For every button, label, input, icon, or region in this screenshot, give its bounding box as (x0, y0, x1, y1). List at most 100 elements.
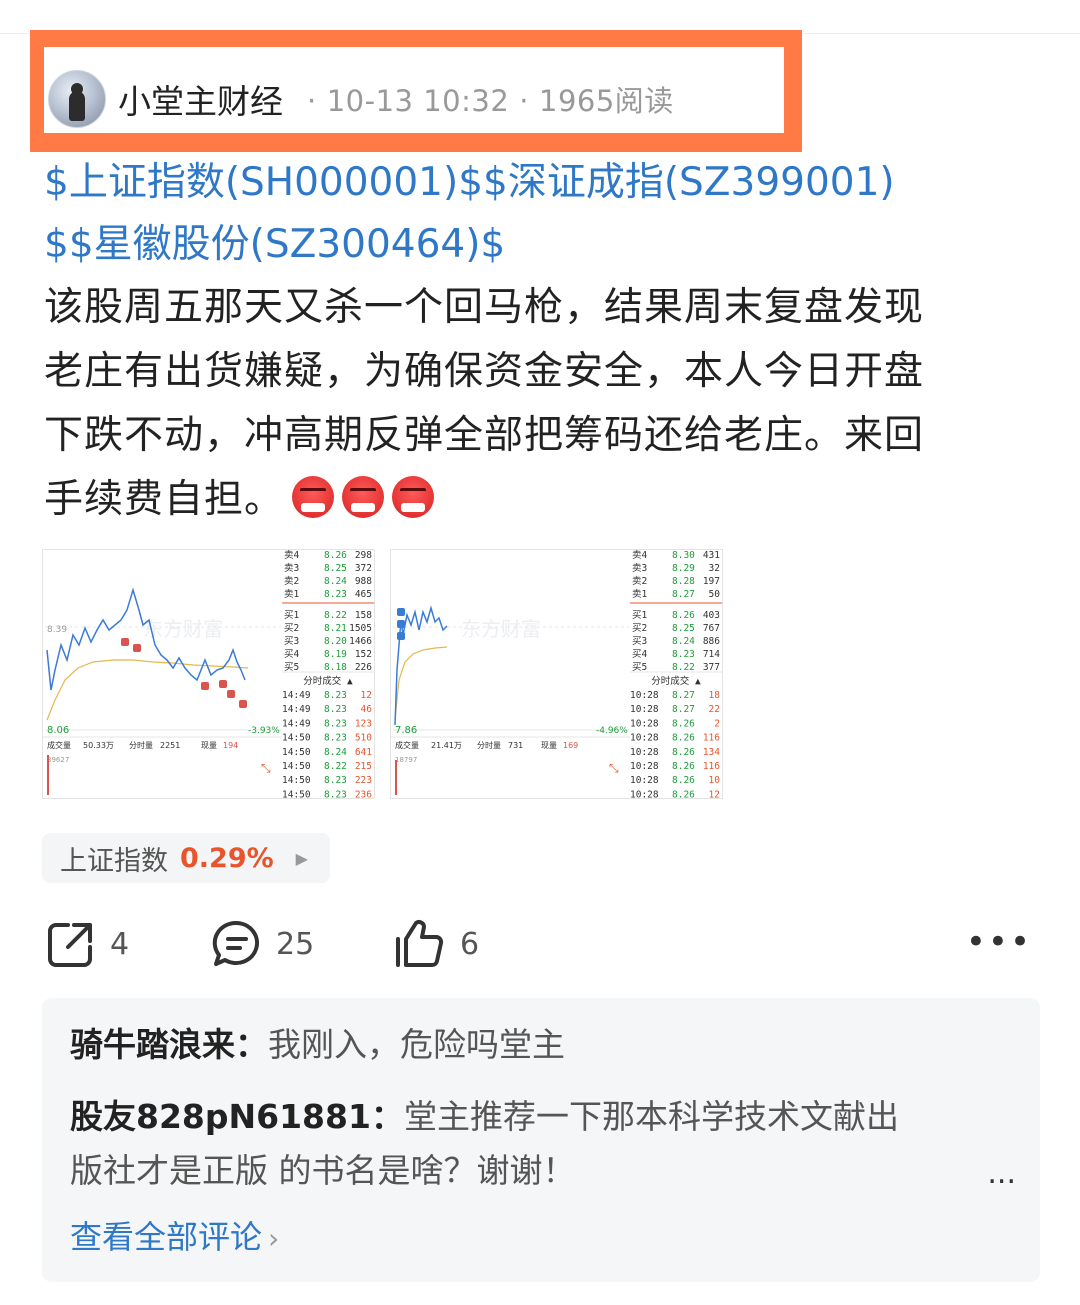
order-book-volume: 714 (703, 649, 720, 660)
comment-user[interactable]: 骑牛踏浪来： (70, 1025, 268, 1064)
comment-count: 25 (276, 926, 315, 962)
order-book-volume: 372 (355, 563, 372, 574)
order-book-price: 8.20 (324, 636, 347, 647)
vol-value: 21.41万 (431, 741, 462, 750)
order-book-volume: 403 (703, 610, 720, 621)
chart-price-low: 7.86 (395, 725, 417, 736)
angry-face-emoji-icon (292, 476, 335, 518)
tick-price: 8.23 (324, 718, 347, 729)
more-options-icon[interactable]: ••• (966, 925, 1032, 959)
post-meta: · 10-13 10:32 · 1965阅读 (307, 84, 674, 118)
share-icon (48, 923, 92, 967)
order-book-price: 8.18 (324, 662, 347, 673)
order-book-volume: 158 (355, 610, 372, 621)
order-book-price: 8.22 (324, 610, 347, 621)
order-book-volume: 197 (703, 576, 720, 587)
order-book-level: 买2 (632, 623, 647, 634)
xianliang-label: 现量 (201, 741, 217, 750)
chart-change-pct: -4.96% (596, 726, 628, 736)
tick-time: 14:50 (282, 789, 311, 798)
intraday-chart-1: 东方财富 8.39 8.06 -3.93% 成交量 50.33万 分时量 225… (43, 550, 283, 798)
post-body: 该股周五那天又杀一个回马枪，结果周末复盘发现 老庄有出货嫌疑，为确保资金安全，本… (44, 276, 1040, 532)
stock-chart-card-1[interactable]: 东方财富 8.39 8.06 -3.93% 成交量 50.33万 分时量 225… (42, 549, 284, 799)
comment-text: 堂主推荐一下那本科学技术文献出 (403, 1097, 899, 1136)
stock-links-line-2[interactable]: $$星徽股份(SZ300464)$ (44, 214, 1044, 276)
vol-label: 成交量 (47, 740, 71, 750)
like-count: 6 (460, 926, 480, 962)
order-book-volume: 886 (703, 636, 720, 647)
tick-time: 14:50 (282, 733, 311, 744)
tick-time: 10:28 (630, 747, 659, 758)
order-book-price: 8.30 (672, 550, 695, 561)
author-name[interactable]: 小堂主财经 (118, 75, 283, 123)
play-arrow-icon: ▶ (295, 848, 308, 868)
chart-price-low: 8.06 (47, 725, 69, 736)
order-book-price: 8.25 (324, 563, 347, 574)
avatar[interactable] (48, 70, 106, 128)
tick-price: 8.26 (672, 761, 695, 772)
order-book-level: 买5 (632, 662, 647, 673)
order-book-volume: 298 (355, 550, 372, 561)
xianliang-label: 现量 (541, 741, 557, 750)
post-date: 10-13 10:32 (326, 84, 510, 118)
index-name: 上证指数 (60, 845, 168, 877)
comment-item[interactable]: 骑牛踏浪来：我刚入，危险吗堂主 (70, 1018, 1000, 1072)
chart-watermark: 东方财富 (143, 617, 223, 641)
like-button[interactable]: 6 (392, 912, 479, 976)
xianliang-value: 194 (223, 741, 238, 750)
comment-icon (212, 920, 260, 966)
tick-price: 8.26 (672, 775, 695, 786)
tick-price: 8.23 (324, 690, 347, 701)
order-book-volume: 431 (703, 550, 720, 561)
tick-price: 8.26 (672, 747, 695, 758)
order-book-price: 8.23 (324, 589, 347, 600)
order-book-price: 8.28 (672, 576, 695, 587)
order-book-price: 8.26 (324, 550, 347, 561)
tick-price: 8.26 (672, 789, 695, 798)
post-reads: 1965阅读 (539, 84, 674, 118)
order-book-volume: 1505 (349, 623, 372, 634)
tick-time: 10:28 (630, 704, 659, 715)
tick-volume: 10 (709, 775, 721, 786)
order-book-level: 卖1 (284, 589, 300, 600)
index-chip[interactable]: 上证指数 0.29% ▶ (42, 833, 330, 883)
tick-time: 14:50 (282, 775, 311, 786)
tick-volume: 223 (355, 775, 372, 786)
order-book-volume: 32 (709, 563, 720, 574)
order-book-level: 买2 (284, 623, 299, 634)
tick-time: 10:28 (630, 775, 659, 786)
expand-icon[interactable]: ⤡ (261, 761, 271, 775)
tick-volume: 116 (703, 761, 720, 772)
comment-ellipsis[interactable]: ... (987, 1156, 1016, 1191)
index-pct: 0.29% (180, 842, 274, 874)
order-book-level: 卖3 (632, 563, 647, 574)
vol-axis: 39627 (47, 756, 69, 764)
order-book-level: 买3 (632, 636, 647, 647)
stock-links-line-1[interactable]: $上证指数(SH000001)$$深证成指(SZ399001) (44, 152, 1044, 214)
order-book-level: 卖4 (632, 550, 648, 561)
view-all-label: 查看全部评论 (70, 1218, 263, 1256)
view-all-comments-link[interactable]: 查看全部评论 › (70, 1212, 279, 1258)
comment-button[interactable]: 25 (212, 912, 314, 976)
tick-volume: 2 (714, 718, 720, 729)
expand-icon[interactable]: ⤡ (609, 761, 619, 775)
stock-chart-card-2[interactable]: 东方财富 7.86 -4.96% 成交量 21.41万 分时量 731 现量 1… (390, 549, 632, 799)
order-book-volume: 465 (355, 589, 372, 600)
chart-change-pct: -3.93% (248, 726, 280, 736)
order-book-volume: 988 (355, 576, 372, 587)
order-book-level: 卖4 (284, 550, 300, 561)
comment-user[interactable]: 股友828pN61881： (70, 1097, 404, 1136)
stock-links: $上证指数(SH000001)$$深证成指(SZ399001) $$星徽股份(S… (44, 152, 1044, 276)
order-book-price: 8.27 (672, 589, 695, 600)
thumbs-up-icon (396, 920, 444, 967)
tick-price: 8.27 (672, 690, 695, 701)
order-book-level: 卖2 (284, 576, 299, 587)
share-count: 4 (110, 926, 130, 962)
share-button[interactable]: 4 (46, 912, 129, 976)
tick-time: 14:50 (282, 747, 311, 758)
post-body-line: 下跌不动，冲高期反弹全部把筹码还给老庄。来回 (44, 413, 925, 458)
order-book-volume: 377 (703, 662, 720, 673)
comment-item[interactable]: 股友828pN61881：堂主推荐一下那本科学技术文献出 版社才是正版 的书名是… (70, 1090, 1000, 1198)
intraday-chart-2: 东方财富 7.86 -4.96% 成交量 21.41万 分时量 731 现量 1… (391, 550, 631, 798)
tick-price: 8.24 (324, 747, 347, 758)
